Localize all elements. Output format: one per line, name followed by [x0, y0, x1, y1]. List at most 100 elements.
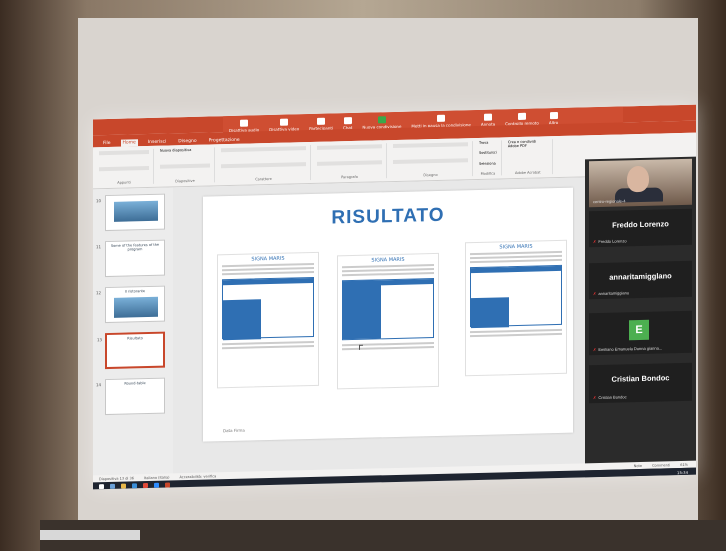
group-label: Disegno [423, 172, 438, 178]
group-label: Appunti [117, 180, 131, 185]
create-pdf-button[interactable]: Crea e condividi Adobe PDF [508, 139, 548, 149]
slide-thumbnail[interactable]: 11 Some of the features of the program [96, 239, 165, 278]
pause-icon [437, 114, 446, 122]
thumb-title: Risultato [127, 336, 143, 341]
document-image: SIGNA MARIS [337, 252, 439, 390]
start-icon[interactable] [99, 484, 104, 490]
muted-mic-icon: ✗ [593, 347, 597, 353]
slide-thumbnail[interactable]: 14 Round-table [96, 377, 165, 416]
search-icon[interactable] [110, 483, 115, 489]
brand-logo-text: SIGNA MARIS [499, 243, 533, 251]
group-label: Paragrafo [341, 174, 358, 180]
person-face [627, 165, 649, 193]
participant-tile[interactable]: E ✗ Emiliano Emanuela Donna gianna... [589, 310, 692, 356]
slide-title: RISULTATO [331, 204, 445, 229]
participant-avatar: E [629, 319, 649, 341]
accessibility-status[interactable]: Accessibilità: verifica [179, 474, 216, 479]
participant-label: centro-regionale-4 [593, 198, 626, 205]
more-icon [549, 111, 558, 119]
participant-label: ✗ annaritamiggiano [593, 290, 629, 296]
mouse-pointer-icon [359, 344, 363, 350]
share-icon [377, 115, 386, 123]
chat-button[interactable]: Chat [343, 116, 352, 130]
file-explorer-icon[interactable] [121, 483, 126, 489]
participant-video-tile[interactable]: centro-regionale-4 [589, 158, 692, 208]
current-slide[interactable]: RISULTATO SIGNA MARIS SIGNA MARIS SIGNA … [203, 187, 573, 442]
select-button[interactable]: Seleziona [479, 161, 497, 165]
zoom-app-icon[interactable] [154, 482, 159, 488]
ribbon-group-editing: Trova Sostituisci Seleziona Modifica [479, 140, 502, 176]
language-indicator[interactable]: Italiano (Italia) [144, 475, 169, 480]
chat-icon [343, 116, 352, 124]
ribbon-group-paragraph: Paragrafo [317, 143, 387, 180]
taskbar-clock: 15:34 [677, 469, 688, 476]
group-label: Carattere [255, 176, 272, 182]
participant-sub-label: Freddo Lorenzo [598, 238, 627, 245]
screen-frame [40, 520, 726, 551]
slide-thumbnail-pane: 10 11 Some of the features of the program… [93, 187, 173, 480]
participant-name: Freddo Lorenzo [612, 219, 669, 230]
participant-sub-label: Cristian Bondoc [598, 394, 627, 401]
projected-desktop: Disattiva audio Disattiva video Partecip… [93, 104, 696, 490]
participant-sub-label: annaritamiggiano [598, 290, 630, 297]
brand-logo-text: SIGNA MARIS [371, 256, 405, 264]
find-button[interactable]: Trova [479, 140, 497, 145]
thumb-title: Il ristorante [124, 289, 146, 294]
ribbon-group-font: Carattere [221, 145, 311, 183]
slide-counter: Diapositiva 13 di 36 [99, 475, 134, 481]
replace-button[interactable]: Sostituisci [479, 151, 497, 155]
group-label: Modifica [480, 171, 496, 176]
ribbon-group-slides: Nuova diapositiva Diapositive [160, 147, 215, 184]
chrome-icon[interactable] [143, 483, 148, 489]
camera-icon [280, 118, 289, 126]
muted-mic-icon: ✗ [593, 239, 597, 245]
new-slide-button[interactable]: Nuova diapositiva [160, 148, 210, 153]
slide-editor[interactable]: RISULTATO SIGNA MARIS SIGNA MARIS SIGNA … [173, 177, 585, 478]
participant-label: ✗ Cristian Bondoc [593, 394, 627, 400]
muted-mic-icon: ✗ [593, 291, 597, 297]
annotate-button[interactable]: Annota [481, 113, 495, 126]
mouse-icon [517, 112, 526, 120]
thumb-number: 14 [96, 382, 102, 388]
thumb-title: Some of the features of the program [110, 242, 160, 252]
thumb-number: 13 [97, 337, 103, 343]
participant-sub-label: Emiliano Emanuela Donna gianna... [598, 345, 663, 353]
participants-button[interactable]: Partecipanti [309, 117, 333, 131]
thumb-number: 10 [96, 198, 102, 204]
document-image: SIGNA MARIS [217, 251, 319, 389]
ribbon-group-clipboard: Appunti [99, 148, 154, 186]
slide-thumbnail-selected[interactable]: 13 Risultato [97, 331, 165, 370]
desk-object [40, 530, 140, 540]
slide-thumbnail[interactable]: 10 [96, 193, 165, 232]
thumb-number: 12 [96, 290, 102, 296]
thumb-image [114, 200, 158, 222]
group-label: Adobe Acrobat [514, 170, 541, 176]
participant-tile[interactable]: Cristian Bondoc ✗ Cristian Bondoc [589, 362, 692, 404]
participant-tile[interactable]: Freddo Lorenzo ✗ Freddo Lorenzo [589, 208, 692, 248]
comments-button[interactable]: Commenti [652, 463, 670, 467]
participants-panel: centro-regionale-4 Freddo Lorenzo ✗ Fredd… [585, 156, 696, 478]
people-icon [317, 117, 326, 125]
participant-label: ✗ Emiliano Emanuela Donna gianna... [593, 345, 662, 352]
notes-button[interactable]: Note [634, 463, 642, 467]
slide-thumbnail[interactable]: 12 Il ristorante [96, 285, 165, 324]
edge-icon[interactable] [132, 483, 137, 489]
document-image: SIGNA MARIS [465, 239, 567, 377]
microphone-icon [240, 119, 249, 127]
more-button[interactable]: Altro [549, 111, 558, 125]
participant-label: ✗ Freddo Lorenzo [593, 238, 627, 244]
ribbon-group-drawing: Disegno [393, 141, 473, 179]
powerpoint-icon[interactable] [165, 482, 170, 488]
group-label: Diapositive [175, 178, 195, 184]
participant-name: annaritamigglano [609, 271, 672, 282]
zoom-level[interactable]: 61% [680, 462, 688, 466]
brand-logo-text: SIGNA MARIS [251, 255, 285, 263]
slide-footer: Data Firma [223, 427, 245, 434]
muted-mic-icon: ✗ [593, 395, 597, 401]
ribbon-group-acrobat: Crea e condividi Adobe PDF Adobe Acrobat [507, 139, 553, 176]
participant-tile[interactable]: annaritamigglano ✗ annaritamiggiano [589, 260, 692, 300]
pen-icon [484, 113, 493, 121]
participant-name: Cristian Bondoc [611, 373, 670, 384]
thumb-number: 11 [96, 244, 102, 250]
thumb-image [114, 296, 158, 318]
